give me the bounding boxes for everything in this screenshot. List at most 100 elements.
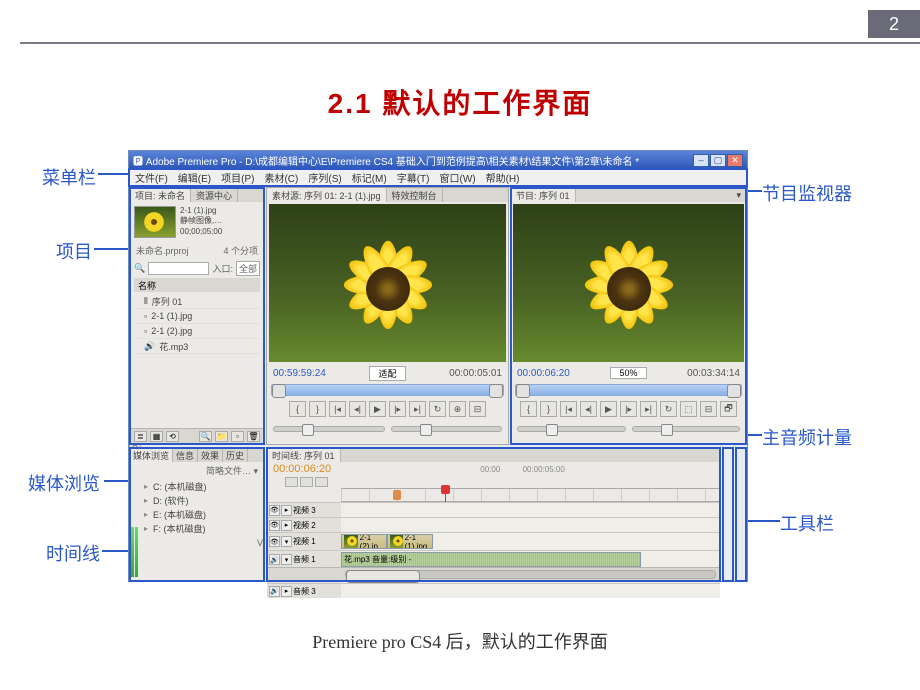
step-back-button[interactable]: ◂|	[580, 401, 597, 417]
list-item[interactable]: 🔊花.mp3	[134, 339, 260, 354]
delete-button[interactable]: 🗑	[247, 431, 260, 442]
menu-title[interactable]: 字幕(T)	[393, 170, 434, 185]
loop-button[interactable]: ↻	[429, 401, 446, 417]
tab-info[interactable]: 信息	[173, 448, 198, 462]
marker-button[interactable]	[300, 477, 313, 487]
extract-button[interactable]: ⊟	[700, 401, 717, 417]
menu-window[interactable]: 窗口(W)	[435, 170, 479, 185]
speaker-icon[interactable]: 🔊	[269, 554, 280, 565]
track-video2[interactable]: 👁▸视频 2	[267, 517, 720, 532]
source-jog[interactable]	[273, 426, 385, 432]
program-tc-left[interactable]: 00:00:06:20	[517, 368, 570, 379]
step-fwd-button[interactable]: |▸	[389, 401, 406, 417]
search-input[interactable]	[148, 262, 209, 275]
track-video1[interactable]: 👁▾视频 1 2-1 (2).jp 2-1 (1).jpg	[267, 532, 720, 550]
timeline-zoom-scroll[interactable]	[345, 570, 716, 579]
media-filter[interactable]: 简略文件…	[206, 466, 251, 476]
maximize-button[interactable]: ▢	[710, 154, 726, 167]
drive-item[interactable]: E: (本机磁盘)	[130, 507, 264, 521]
tab-program[interactable]: 节目: 序列 01	[511, 188, 576, 202]
tab-history[interactable]: 历史	[223, 448, 248, 462]
audio-clip[interactable]: 花.mp3 音量:级别 -	[341, 552, 641, 567]
list-item[interactable]: ▫2-1 (2).jpg	[134, 324, 260, 339]
source-tc-left[interactable]: 00:59:59:24	[273, 368, 326, 379]
eye-icon[interactable]: 👁	[269, 505, 280, 516]
tab-source[interactable]: 素材源: 序列 01: 2-1 (1).jpg	[267, 188, 387, 202]
minimize-button[interactable]: –	[693, 154, 709, 167]
project-thumb[interactable]	[134, 206, 176, 238]
search-scope-select[interactable]: 全部	[236, 261, 260, 276]
lift-button[interactable]: ⬚	[680, 401, 697, 417]
mark-out-button[interactable]: }	[540, 401, 557, 417]
mark-in-button[interactable]: {	[289, 401, 306, 417]
tab-resource[interactable]: 资源中心	[191, 188, 238, 202]
track-video3[interactable]: 👁▸视频 3	[267, 502, 720, 517]
tab-project[interactable]: 项目: 未命名	[130, 188, 191, 202]
panel-menu-icon[interactable]: ▾	[732, 188, 746, 202]
tab-timeline[interactable]: 时间线: 序列 01	[267, 448, 341, 462]
project-list: ⫴序列 01 ▫2-1 (1).jpg ▫2-1 (2).jpg 🔊花.mp3	[134, 294, 260, 354]
source-scrubber[interactable]	[271, 384, 504, 396]
play-button[interactable]: ▶	[600, 401, 617, 417]
sync-button[interactable]	[315, 477, 328, 487]
timeline-ruler[interactable]	[341, 488, 720, 502]
list-view-button[interactable]: ≣	[134, 431, 147, 442]
step-back-button[interactable]: ◂|	[349, 401, 366, 417]
menu-file[interactable]: 文件(F)	[131, 170, 172, 185]
video-clip[interactable]: 2-1 (2).jp	[341, 534, 387, 549]
step-fwd-button[interactable]: |▸	[620, 401, 637, 417]
tab-effects-ctl[interactable]: 特效控制台	[387, 188, 443, 202]
goto-out-button[interactable]: ▸|	[409, 401, 426, 417]
drive-item[interactable]: D: (软件)	[130, 493, 264, 507]
loop-button[interactable]: ↻	[660, 401, 677, 417]
source-monitor[interactable]	[269, 204, 506, 362]
find-button[interactable]: 🔍	[199, 431, 212, 442]
list-item[interactable]: ⫴序列 01	[134, 294, 260, 309]
goto-out-button[interactable]: ▸|	[640, 401, 657, 417]
program-scrubber[interactable]	[515, 384, 742, 396]
menu-sequence[interactable]: 序列(S)	[304, 170, 345, 185]
insert-button[interactable]: ⊕	[449, 401, 466, 417]
list-item[interactable]: ▫2-1 (1).jpg	[134, 309, 260, 324]
new-bin-button[interactable]: 📁	[215, 431, 228, 442]
project-column-name[interactable]: 名称	[134, 278, 260, 292]
auto-button[interactable]: ⟲	[166, 431, 179, 442]
program-shuttle[interactable]	[632, 426, 741, 432]
tab-media[interactable]: 媒体浏览	[130, 448, 173, 462]
eye-icon[interactable]: 👁	[269, 536, 280, 547]
mark-in-button[interactable]: {	[520, 401, 537, 417]
menu-edit[interactable]: 编辑(E)	[174, 170, 215, 185]
goto-in-button[interactable]: |◂	[329, 401, 346, 417]
export-frame-button[interactable]: 🗗	[720, 401, 737, 417]
timeline-tc[interactable]: 00:00:06:20	[273, 463, 331, 475]
overwrite-button[interactable]: ⊟	[469, 401, 486, 417]
mark-out-button[interactable]: }	[309, 401, 326, 417]
program-zoom-select[interactable]: 50%	[610, 367, 646, 379]
icon-view-button[interactable]: ▦	[150, 431, 163, 442]
track-audio3[interactable]: 🔊▸音频 3	[267, 583, 720, 598]
menu-help[interactable]: 帮助(H)	[482, 170, 524, 185]
work-area-marker[interactable]	[393, 490, 401, 500]
project-toolbar: ≣ ▦ ⟲ 🔍 📁 ▫ 🗑	[130, 428, 264, 444]
tab-effects[interactable]: 效果	[198, 448, 223, 462]
menu-marker[interactable]: 标记(M)	[348, 170, 391, 185]
window-titlebar[interactable]: 🅿 Adobe Premiere Pro - D:\成都编辑中心\E\Premi…	[129, 151, 747, 169]
play-button[interactable]: ▶	[369, 401, 386, 417]
menu-project[interactable]: 项目(P)	[217, 170, 258, 185]
search-icon[interactable]: 🔍	[134, 263, 145, 274]
source-fit-select[interactable]: 适配	[369, 366, 405, 381]
menu-clip[interactable]: 素材(C)	[260, 170, 302, 185]
close-button[interactable]: ✕	[727, 154, 743, 167]
goto-in-button[interactable]: |◂	[560, 401, 577, 417]
source-shuttle[interactable]	[391, 426, 503, 432]
speaker-icon[interactable]: 🔊	[269, 586, 280, 597]
drive-item[interactable]: F: (本机磁盘)	[130, 521, 264, 535]
eye-icon[interactable]: 👁	[269, 520, 280, 531]
program-jog[interactable]	[517, 426, 626, 432]
drive-item[interactable]: C: (本机磁盘)	[130, 479, 264, 493]
video-clip[interactable]: 2-1 (1).jpg	[387, 534, 433, 549]
track-audio1[interactable]: 🔊▾音频 1 花.mp3 音量:级别 -	[267, 550, 720, 568]
snap-button[interactable]	[285, 477, 298, 487]
new-item-button[interactable]: ▫	[231, 431, 244, 442]
program-monitor[interactable]	[513, 204, 744, 362]
